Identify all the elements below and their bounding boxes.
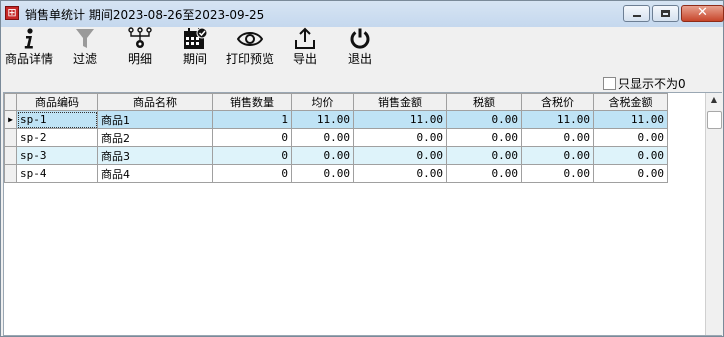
toolbar: 商品详情 过滤 明细 期间 打印预览 导出 退出 — [1, 27, 723, 72]
grid-app-icon: ⊞ — [5, 6, 19, 20]
exit-button[interactable]: 退出 — [345, 27, 375, 72]
product-detail-button[interactable]: 商品详情 — [4, 27, 54, 72]
sales-summary-window: ⊞ 销售单统计 期间2023-08-26至2023-09-25 ✕ 商品详情 过… — [0, 0, 724, 337]
exit-label: 退出 — [347, 52, 372, 66]
maximize-icon — [661, 10, 670, 17]
table-cell[interactable]: 11.00 — [521, 110, 594, 129]
detail-label: 明细 — [127, 52, 152, 66]
table-header-row: 商品编码 商品名称 销售数量 均价 销售金额 税额 含税价 含税金额 — [4, 93, 668, 111]
column-header[interactable]: 商品名称 — [97, 93, 213, 111]
table-cell[interactable]: 商品3 — [97, 146, 213, 165]
table-cell[interactable]: 11.00 — [291, 110, 354, 129]
table-cell[interactable]: 0.00 — [446, 128, 522, 147]
print-preview-label: 打印预览 — [225, 52, 274, 66]
row-indicator — [4, 146, 17, 165]
minimize-icon — [633, 15, 641, 17]
table-cell[interactable]: 0.00 — [291, 146, 354, 165]
selected-row-indicator-icon: ▶ — [4, 110, 17, 129]
export-icon — [295, 27, 315, 49]
filter-button[interactable]: 过滤 — [67, 27, 103, 72]
only-nonzero-checkbox[interactable]: 只显示不为0 — [603, 75, 686, 92]
export-label: 导出 — [292, 52, 317, 66]
row-indicator — [4, 128, 17, 147]
filter-icon — [76, 29, 94, 48]
period-label: 期间 — [182, 52, 207, 66]
table-cell[interactable]: 0 — [212, 164, 292, 183]
table-cell[interactable]: 0.00 — [353, 164, 447, 183]
export-button[interactable]: 导出 — [290, 27, 320, 72]
calendar-icon — [184, 27, 208, 49]
scrollbar-thumb[interactable] — [707, 111, 722, 129]
table-cell[interactable]: 0.00 — [521, 128, 594, 147]
eye-icon — [237, 32, 263, 46]
table-cell[interactable]: 1 — [212, 110, 292, 129]
table-row[interactable]: sp-4 商品4 0 0.00 0.00 0.00 0.00 0.00 — [4, 164, 668, 183]
column-header[interactable]: 含税价 — [521, 93, 594, 111]
table-cell[interactable]: 0.00 — [353, 128, 447, 147]
table-cell[interactable]: 11.00 — [593, 110, 668, 129]
product-detail-label: 商品详情 — [4, 52, 53, 66]
table-cell[interactable]: 0.00 — [593, 146, 668, 165]
power-icon — [350, 28, 370, 49]
table-cell[interactable]: 0.00 — [521, 164, 594, 183]
table-cell[interactable]: sp-1 — [16, 110, 98, 129]
table-cell[interactable]: 0.00 — [593, 128, 668, 147]
table-row[interactable]: sp-3 商品3 0 0.00 0.00 0.00 0.00 0.00 — [4, 146, 668, 165]
close-button[interactable]: ✕ — [681, 5, 724, 22]
column-header[interactable]: 均价 — [291, 93, 354, 111]
table-cell[interactable]: 11.00 — [353, 110, 447, 129]
filter-label: 过滤 — [72, 52, 97, 66]
scroll-up-arrow-icon[interactable]: ▲ — [706, 95, 722, 109]
window-title: 销售单统计 期间2023-08-26至2023-09-25 — [25, 8, 265, 22]
column-header[interactable]: 销售金额 — [353, 93, 447, 111]
table-cell[interactable]: 0.00 — [446, 146, 522, 165]
vertical-scrollbar[interactable]: ▲ — [705, 93, 722, 335]
column-header[interactable]: 商品编码 — [16, 93, 98, 111]
checkbox-box[interactable] — [603, 77, 616, 90]
table-cell[interactable]: 0.00 — [353, 146, 447, 165]
column-header[interactable]: 销售数量 — [212, 93, 292, 111]
print-preview-button[interactable]: 打印预览 — [225, 27, 275, 72]
detail-tree-icon — [128, 27, 152, 48]
table-row[interactable]: sp-2 商品2 0 0.00 0.00 0.00 0.00 0.00 — [4, 128, 668, 147]
table-cell[interactable]: 0 — [212, 146, 292, 165]
table-cell[interactable]: sp-2 — [16, 128, 98, 147]
table-cell[interactable]: 0.00 — [291, 128, 354, 147]
table-cell[interactable]: 0.00 — [446, 164, 522, 183]
row-indicator-header — [4, 93, 17, 111]
column-header[interactable]: 含税金额 — [593, 93, 668, 111]
column-header[interactable]: 税额 — [446, 93, 522, 111]
info-icon — [24, 28, 33, 49]
table-cell[interactable]: 0 — [212, 128, 292, 147]
table-cell[interactable]: sp-4 — [16, 164, 98, 183]
table-cell[interactable]: 0.00 — [593, 164, 668, 183]
sales-grid[interactable]: 商品编码 商品名称 销售数量 均价 销售金额 税额 含税价 含税金额 ▶ sp-… — [3, 92, 722, 336]
table-cell[interactable]: 商品4 — [97, 164, 213, 183]
only-nonzero-label: 只显示不为0 — [618, 77, 686, 91]
table-cell[interactable]: 0.00 — [291, 164, 354, 183]
table-row[interactable]: ▶ sp-1 商品1 1 11.00 11.00 0.00 11.00 11.0… — [4, 110, 668, 129]
table-cell[interactable]: sp-3 — [16, 146, 98, 165]
table-cell[interactable]: 0.00 — [521, 146, 594, 165]
period-button[interactable]: 期间 — [178, 27, 212, 72]
minimize-button[interactable] — [623, 5, 650, 22]
table-cell[interactable]: 商品2 — [97, 128, 213, 147]
detail-button[interactable]: 明细 — [121, 27, 159, 72]
title-bar[interactable]: ⊞ 销售单统计 期间2023-08-26至2023-09-25 ✕ — [1, 1, 724, 27]
close-icon: ✕ — [697, 5, 708, 20]
table-cell[interactable]: 商品1 — [97, 110, 213, 129]
row-indicator — [4, 164, 17, 183]
table-cell[interactable]: 0.00 — [446, 110, 522, 129]
sales-table: 商品编码 商品名称 销售数量 均价 销售金额 税额 含税价 含税金额 ▶ sp-… — [4, 93, 668, 183]
maximize-button[interactable] — [652, 5, 679, 22]
